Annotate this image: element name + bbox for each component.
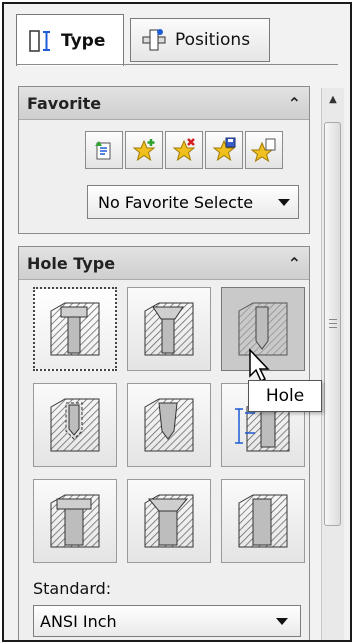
- apply-defaults-icon: [95, 141, 111, 160]
- favorite-select-value: No Favorite Selecte: [98, 192, 254, 212]
- countersink-hole-icon: [144, 302, 194, 356]
- collapse-icon[interactable]: ⌃: [288, 254, 301, 273]
- favorite-toolbar: [85, 131, 283, 169]
- apply-defaults-button[interactable]: [85, 131, 123, 169]
- counterbore-slot-icon: [50, 494, 100, 548]
- standard-label: Standard:: [33, 579, 112, 598]
- tab-bar: Type Positions: [16, 14, 336, 66]
- favorite-select[interactable]: No Favorite Selecte: [87, 185, 299, 219]
- chevron-down-icon: [276, 618, 288, 625]
- collapse-icon[interactable]: ⌃: [288, 94, 301, 113]
- positions-icon: [142, 29, 166, 51]
- save-favorite-icon: [212, 137, 236, 162]
- scroll-thumb[interactable]: [324, 122, 341, 526]
- slot-button[interactable]: [221, 479, 305, 563]
- slot-icon: [238, 494, 288, 548]
- tooltip: Hole: [248, 380, 322, 412]
- tab-positions-label: Positions: [175, 30, 251, 50]
- hole-type-header[interactable]: Hole Type ⌃: [19, 247, 309, 280]
- tapered-tap-icon: [144, 398, 194, 452]
- add-favorite-icon: [132, 139, 156, 162]
- scroll-up-icon[interactable]: ▲: [322, 88, 344, 110]
- favorite-title: Favorite: [27, 93, 102, 113]
- favorite-panel: Favorite ⌃ No Favorite Selecte: [18, 86, 310, 234]
- grip-icon: [329, 319, 337, 331]
- counterbore-button[interactable]: [33, 287, 117, 371]
- tab-divider: [16, 64, 338, 65]
- delete-favorite-icon: [172, 138, 196, 162]
- tapered-tap-button[interactable]: [127, 383, 211, 467]
- load-favorite-button[interactable]: [245, 131, 283, 169]
- hole-type-icon: [29, 29, 50, 52]
- countersink-button[interactable]: [127, 287, 211, 371]
- counterbore-slot-button[interactable]: [33, 479, 117, 563]
- countersink-slot-button[interactable]: [127, 479, 211, 563]
- chevron-down-icon: [278, 199, 290, 206]
- delete-favorite-button[interactable]: [165, 131, 203, 169]
- vertical-scrollbar[interactable]: ▲: [321, 88, 344, 640]
- property-manager: Type Positions Favorite ⌃ No Favorite Se…: [2, 2, 352, 642]
- countersink-slot-icon: [144, 494, 194, 548]
- straight-tap-icon: [50, 398, 100, 452]
- favorite-header[interactable]: Favorite ⌃: [19, 87, 309, 120]
- standard-select-value: ANSI Inch: [40, 611, 117, 631]
- add-favorite-button[interactable]: [125, 131, 163, 169]
- counterbore-hole-icon: [50, 302, 100, 356]
- mouse-cursor-icon: [249, 348, 270, 383]
- hole-type-title: Hole Type: [27, 253, 116, 273]
- standard-select[interactable]: ANSI Inch: [33, 605, 301, 637]
- load-favorite-icon: [251, 138, 276, 163]
- tab-type-label: Type: [61, 30, 106, 51]
- tab-positions[interactable]: Positions: [130, 18, 270, 62]
- save-favorite-button[interactable]: [205, 131, 243, 169]
- hole-type-panel: Hole Type ⌃ Standard: ANSI Inch: [18, 246, 310, 640]
- tab-type[interactable]: Type: [16, 14, 124, 66]
- straight-tap-button[interactable]: [33, 383, 117, 467]
